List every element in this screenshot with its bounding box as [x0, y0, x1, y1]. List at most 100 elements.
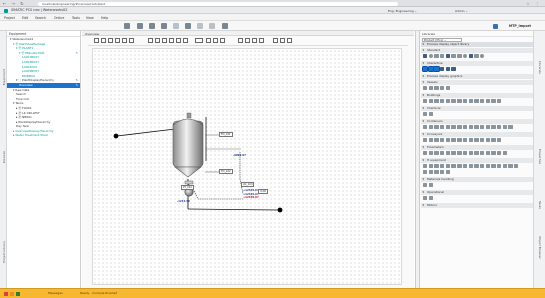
library-object-icon[interactable]	[451, 67, 456, 72]
library-object-icon[interactable]	[502, 164, 508, 169]
fill-color-icon[interactable]	[206, 38, 211, 43]
library-object-icon[interactable]	[491, 151, 496, 156]
right-tab-properties[interactable]: Properties	[538, 149, 542, 164]
library-object-icon[interactable]	[428, 164, 434, 169]
library-object-icon[interactable]	[457, 138, 462, 143]
align-top-icon[interactable]	[169, 38, 174, 43]
library-object-icon[interactable]	[485, 138, 490, 143]
library-object-icon[interactable]	[479, 151, 485, 156]
library-object-icon[interactable]	[491, 138, 496, 143]
library-object-icon[interactable]	[468, 54, 473, 59]
tag-box-b[interactable]: TIC_102	[219, 169, 233, 174]
library-object-icon[interactable]	[428, 196, 434, 201]
library-object-icon[interactable]	[479, 99, 485, 104]
library-object-icon[interactable]	[508, 125, 513, 130]
library-section-header[interactable]: Operational	[421, 190, 533, 195]
status-messages-link[interactable]: Messages	[48, 291, 63, 295]
library-title[interactable]: Process display object library	[421, 42, 533, 47]
library-object-icon[interactable]	[428, 112, 434, 117]
library-object-icon[interactable]	[474, 138, 479, 143]
library-object-icon[interactable]	[445, 99, 451, 104]
library-object-icon[interactable]	[451, 54, 456, 59]
library-object-icon[interactable]	[433, 65, 440, 73]
library-object-icon[interactable]	[434, 164, 439, 169]
library-object-icon[interactable]	[440, 138, 445, 143]
tag-box-a[interactable]: FIC_101	[219, 132, 233, 137]
library-object-icon[interactable]	[457, 125, 462, 130]
library-version-select[interactable]: Product (V5.x) ⌄	[422, 37, 462, 42]
menu-online[interactable]: Online	[54, 16, 64, 20]
library-object-icon[interactable]	[434, 151, 439, 156]
library-object-icon[interactable]	[445, 151, 451, 156]
library-object-icon[interactable]	[496, 99, 502, 104]
library-section-header[interactable]: Process display graphics	[421, 74, 533, 79]
right-tab-object-browser[interactable]: Object Browser	[538, 236, 542, 259]
library-section-header[interactable]: Conveyors	[421, 132, 533, 137]
library-object-icon[interactable]	[434, 99, 439, 104]
library-section-header[interactable]: Materials handling	[421, 177, 533, 182]
library-object-icon[interactable]	[491, 99, 496, 104]
library-section-header[interactable]: Chemical	[421, 106, 533, 111]
library-object-icon[interactable]	[445, 164, 451, 169]
library-object-icon[interactable]	[428, 183, 434, 188]
left-tab-equipment[interactable]: Equipment	[2, 69, 6, 85]
library-section-header[interactable]: Flowmeters	[421, 145, 533, 150]
library-object-icon[interactable]	[428, 138, 434, 143]
library-object-icon[interactable]	[502, 125, 508, 130]
library-object-icon[interactable]	[451, 151, 456, 156]
tree-row[interactable]: ▸ Water Treatment Plant	[7, 133, 80, 138]
library-object-icon[interactable]	[457, 151, 462, 156]
library-object-icon[interactable]	[462, 125, 468, 130]
library-object-icon[interactable]	[428, 125, 434, 130]
library-object-icon[interactable]	[462, 151, 468, 156]
library-object-icon[interactable]	[462, 164, 468, 169]
library-object-icon[interactable]	[440, 54, 445, 59]
library-object-icon[interactable]	[440, 67, 445, 72]
library-object-icon[interactable]	[428, 170, 434, 175]
save-icon[interactable]	[149, 23, 155, 29]
zoom-out-icon[interactable]	[280, 38, 285, 43]
library-object-icon[interactable]	[445, 67, 451, 72]
library-object-icon[interactable]	[440, 164, 445, 169]
menu-project[interactable]: Project	[4, 16, 15, 20]
rect-tool-icon[interactable]	[108, 38, 113, 43]
library-object-icon[interactable]	[474, 125, 479, 130]
open-icon[interactable]	[137, 23, 143, 29]
distribute-icon[interactable]	[183, 38, 188, 43]
library-object-icon[interactable]	[474, 164, 479, 169]
library-object-icon[interactable]	[462, 138, 468, 143]
library-object-icon[interactable]	[468, 99, 473, 104]
copy-icon[interactable]	[185, 23, 191, 29]
library-object-icon[interactable]	[445, 125, 451, 130]
library-object-icon[interactable]	[496, 151, 502, 156]
send-back-icon[interactable]	[259, 38, 264, 43]
library-section-header[interactable]: Motors	[421, 203, 533, 208]
library-object-icon[interactable]	[423, 196, 428, 201]
library-object-icon[interactable]	[428, 99, 434, 104]
library-object-icon[interactable]	[485, 125, 490, 130]
library-object-icon[interactable]	[496, 164, 502, 169]
left-tab-devices[interactable]: Devices	[2, 151, 6, 163]
tag-box-d[interactable]: PT_104	[181, 185, 194, 190]
tag-box-c[interactable]: LIC_103	[241, 182, 255, 187]
menu-edit[interactable]: Edit	[22, 16, 28, 20]
library-object-icon[interactable]	[457, 164, 462, 169]
cut-icon[interactable]	[173, 23, 179, 29]
menu-help[interactable]: Help	[101, 16, 108, 20]
library-object-icon[interactable]	[485, 151, 490, 156]
menu-tools[interactable]: Tools	[72, 16, 80, 20]
library-object-icon[interactable]	[423, 112, 428, 117]
align-left-icon[interactable]	[148, 38, 153, 43]
library-object-icon[interactable]	[428, 86, 434, 91]
library-object-icon[interactable]	[462, 54, 468, 59]
library-object-icon[interactable]	[496, 125, 502, 130]
left-tab-project-library[interactable]: Project Library	[2, 241, 6, 263]
browser-menu-icons[interactable]: ☆ ⋮	[526, 1, 541, 6]
library-object-icon[interactable]	[468, 151, 473, 156]
library-object-icon[interactable]	[462, 99, 468, 104]
bring-front-icon[interactable]	[252, 38, 257, 43]
align-bottom-icon[interactable]	[176, 38, 181, 43]
library-object-icon[interactable]	[474, 54, 479, 59]
library-object-icon[interactable]	[445, 86, 451, 91]
library-object-icon[interactable]	[423, 170, 428, 175]
